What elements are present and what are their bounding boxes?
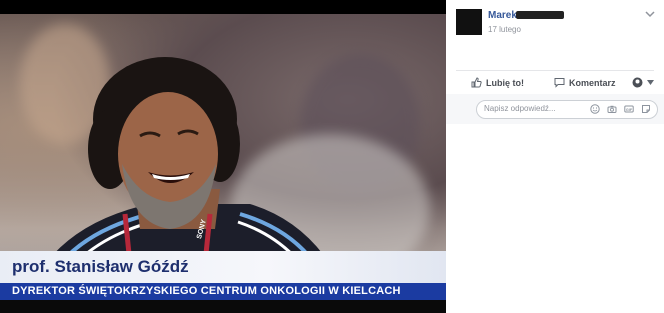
reaction-selector[interactable] [632,77,654,88]
redaction-mark [516,11,564,19]
avatar[interactable] [456,9,482,35]
name-caption-bar: prof. Stanisław Góźdź [0,251,446,283]
reply-input[interactable]: Napisz odpowiedź... GIF [476,100,658,119]
letterbox-bottom [0,300,446,313]
title-caption: DYREKTOR ŚWIĘTOKRZYSKIEGO CENTRUM ONKOLO… [12,285,401,297]
like-button[interactable]: Lubię to! [471,77,524,88]
reply-placeholder: Napisz odpowiedź... [484,104,556,113]
thumbs-up-icon [471,77,482,88]
divider [456,70,654,71]
emoji-icon[interactable] [590,104,600,114]
sticker-icon[interactable] [641,104,651,114]
comment-time[interactable]: 17 lutego [488,25,521,34]
svg-text:GIF: GIF [626,108,633,112]
reply-composer: Napisz odpowiedź... GIF [446,94,664,124]
comment-button[interactable]: Komentarz [554,77,616,88]
camera-icon[interactable] [607,104,617,114]
comment-icon [554,78,565,88]
caret-down-icon [647,80,654,85]
title-caption-bar: DYREKTOR ŚWIĘTOKRZYSKIEGO CENTRUM ONKOLO… [0,283,446,300]
gif-icon[interactable]: GIF [624,104,634,114]
name-caption: prof. Stanisław Góźdź [12,257,189,276]
chevron-down-icon[interactable] [645,10,655,18]
avatar-small-icon [632,77,643,88]
comment-author[interactable]: Marek [488,10,517,21]
comment-panel: Marek 17 lutego Lubię to! Komentarz Napi… [446,0,664,313]
video-frame[interactable]: SONY prof. Stanisław Góźdź DYREKTOR ŚWIĘ… [0,0,446,313]
comment-label: Komentarz [569,77,616,88]
like-label: Lubię to! [486,77,524,88]
